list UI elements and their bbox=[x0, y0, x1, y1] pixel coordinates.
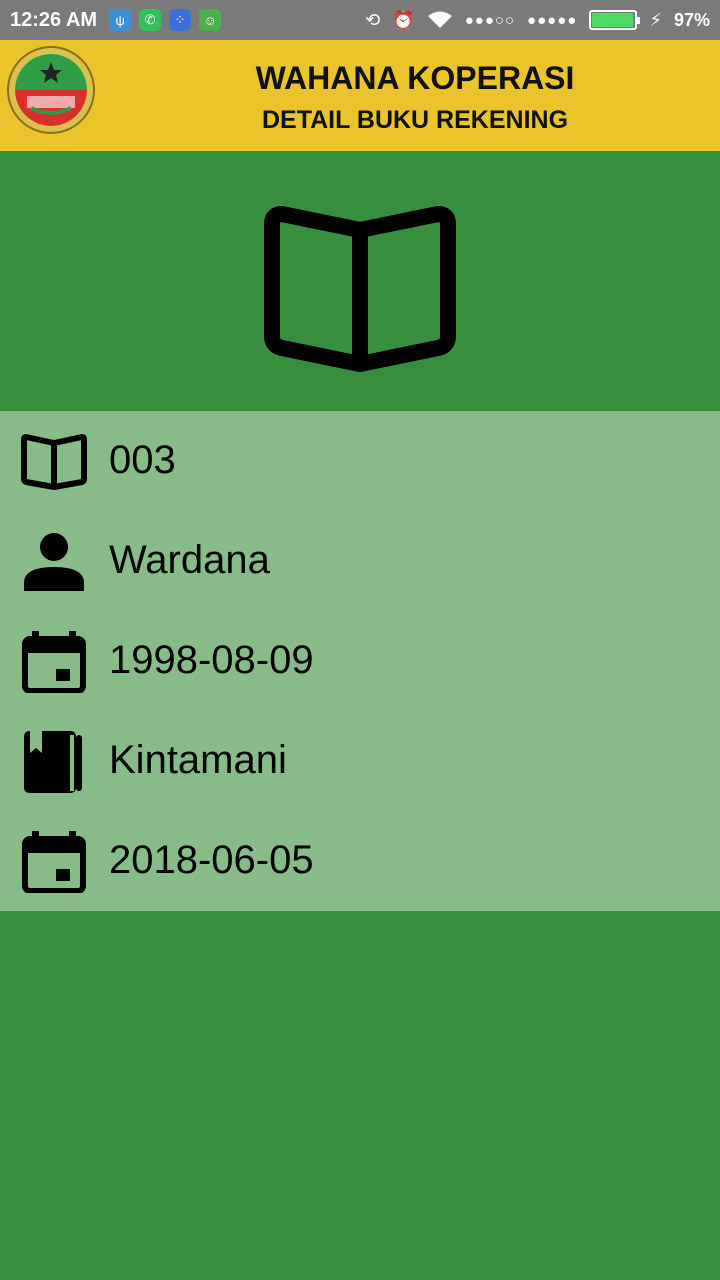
open-book-icon bbox=[264, 206, 456, 372]
status-bar: 12:26 AM ψ ✆ ⁘ ☺ ⟲ ⏰ ●●●○○ ●●●●● ⚡ 97% bbox=[0, 0, 720, 40]
whatsapp-icon: ✆ bbox=[139, 9, 162, 31]
detail-row-account-number: 003 bbox=[0, 411, 720, 511]
location: Kintamani bbox=[109, 738, 287, 782]
cooperative-logo bbox=[7, 46, 95, 134]
battery-percentage: 97% bbox=[673, 9, 710, 30]
signal-strength-2: ●●●●● bbox=[527, 11, 578, 29]
battery-icon bbox=[589, 10, 641, 30]
app-title: WAHANA KOPERASI bbox=[255, 60, 575, 96]
usb-icon: ψ bbox=[109, 9, 132, 31]
person-icon bbox=[24, 533, 84, 591]
wifi-icon bbox=[427, 11, 452, 28]
app-bar: WAHANA KOPERASI DETAIL BUKU REKENING bbox=[0, 40, 720, 151]
detail-row-registration-date: 2018-06-05 bbox=[0, 811, 720, 911]
page-subtitle: DETAIL BUKU REKENING bbox=[261, 106, 569, 134]
detail-row-location: Kintamani bbox=[0, 711, 720, 811]
alarm-icon: ⏰ bbox=[392, 9, 415, 30]
detail-row-birth-date: 1998-08-09 bbox=[0, 611, 720, 711]
calendar-icon bbox=[22, 831, 86, 893]
android-icon: ☺ bbox=[199, 9, 222, 31]
bbm-icon: ⁘ bbox=[169, 9, 192, 31]
book-bookmark-icon bbox=[24, 731, 82, 793]
registration-date: 2018-06-05 bbox=[109, 838, 314, 882]
rotation-lock-icon: ⟲ bbox=[365, 9, 381, 30]
system-icons: ⟲ ⏰ ●●●○○ ●●●●● ⚡ 97% bbox=[365, 10, 710, 31]
signal-strength-1: ●●●○○ bbox=[464, 11, 516, 29]
notification-icons: ψ ✆ ⁘ ☺ bbox=[109, 9, 222, 31]
detail-row-name: Wardana bbox=[0, 511, 720, 611]
status-time: 12:26 AM bbox=[10, 8, 98, 31]
calendar-icon bbox=[22, 631, 86, 693]
birth-date: 1998-08-09 bbox=[109, 638, 314, 682]
account-number: 003 bbox=[109, 438, 176, 482]
charging-icon: ⚡ bbox=[649, 9, 662, 30]
battery-fill bbox=[592, 13, 634, 27]
account-details: 003 Wardana 1998-08-09 Kintamani 2018-06… bbox=[0, 411, 720, 911]
member-name: Wardana bbox=[109, 538, 270, 582]
open-book-icon bbox=[21, 434, 87, 490]
hero-section bbox=[0, 151, 720, 411]
